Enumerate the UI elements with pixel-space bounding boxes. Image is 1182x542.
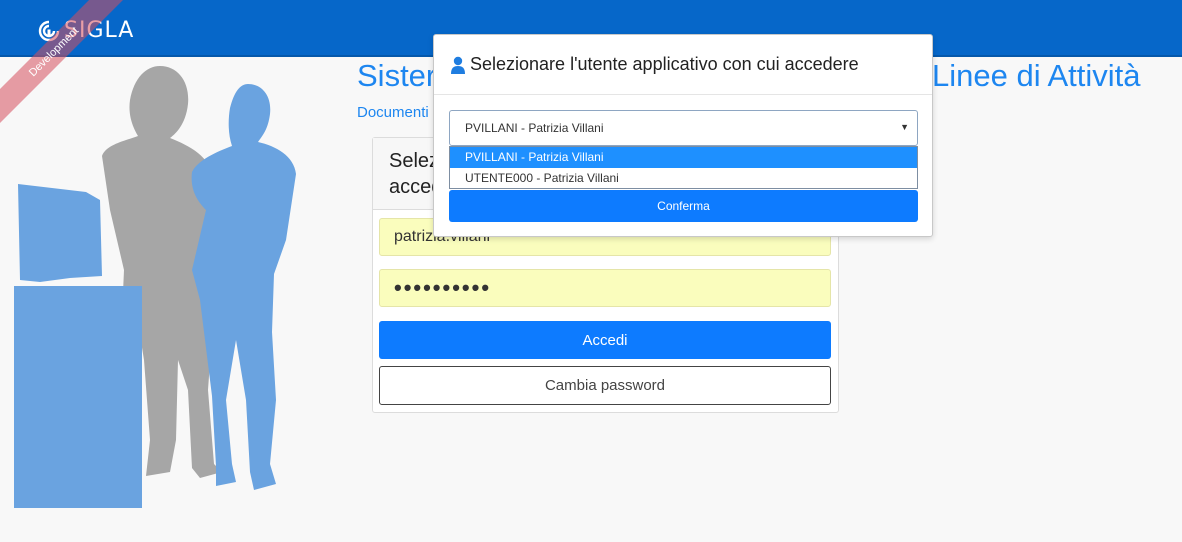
user-icon — [451, 56, 465, 74]
documenti-link[interactable]: Documenti — [357, 104, 429, 121]
user-select-dropdown: PVILLANI - Patrizia Villani UTENTE000 - … — [449, 146, 918, 189]
page-title: Sister — [357, 58, 437, 93]
select-user-modal: Selezionare l'utente applicativo con cui… — [433, 34, 933, 237]
caret-down-icon: ▼ — [900, 122, 909, 132]
dropdown-option-utente000[interactable]: UTENTE000 - Patrizia Villani — [450, 168, 917, 189]
user-select-value: PVILLANI - Patrizia Villani — [465, 121, 604, 135]
user-select[interactable]: PVILLANI - Patrizia Villani ▼ — [449, 110, 918, 146]
modal-header: Selezionare l'utente applicativo con cui… — [434, 35, 932, 95]
page-title-continued: Linee di Attività — [932, 58, 1141, 93]
conferma-button[interactable]: Conferma — [449, 190, 918, 222]
cambia-password-button[interactable]: Cambia password — [379, 366, 831, 405]
people-illustration — [14, 66, 296, 508]
password-input[interactable]: •••••••••• — [379, 269, 831, 307]
desk-silhouette — [14, 286, 142, 508]
dropdown-option-pvillani[interactable]: PVILLANI - Patrizia Villani — [450, 147, 917, 168]
accedi-button[interactable]: Accedi — [379, 321, 831, 359]
modal-title: Selezionare l'utente applicativo con cui… — [470, 54, 859, 74]
monitor-silhouette — [18, 184, 102, 282]
